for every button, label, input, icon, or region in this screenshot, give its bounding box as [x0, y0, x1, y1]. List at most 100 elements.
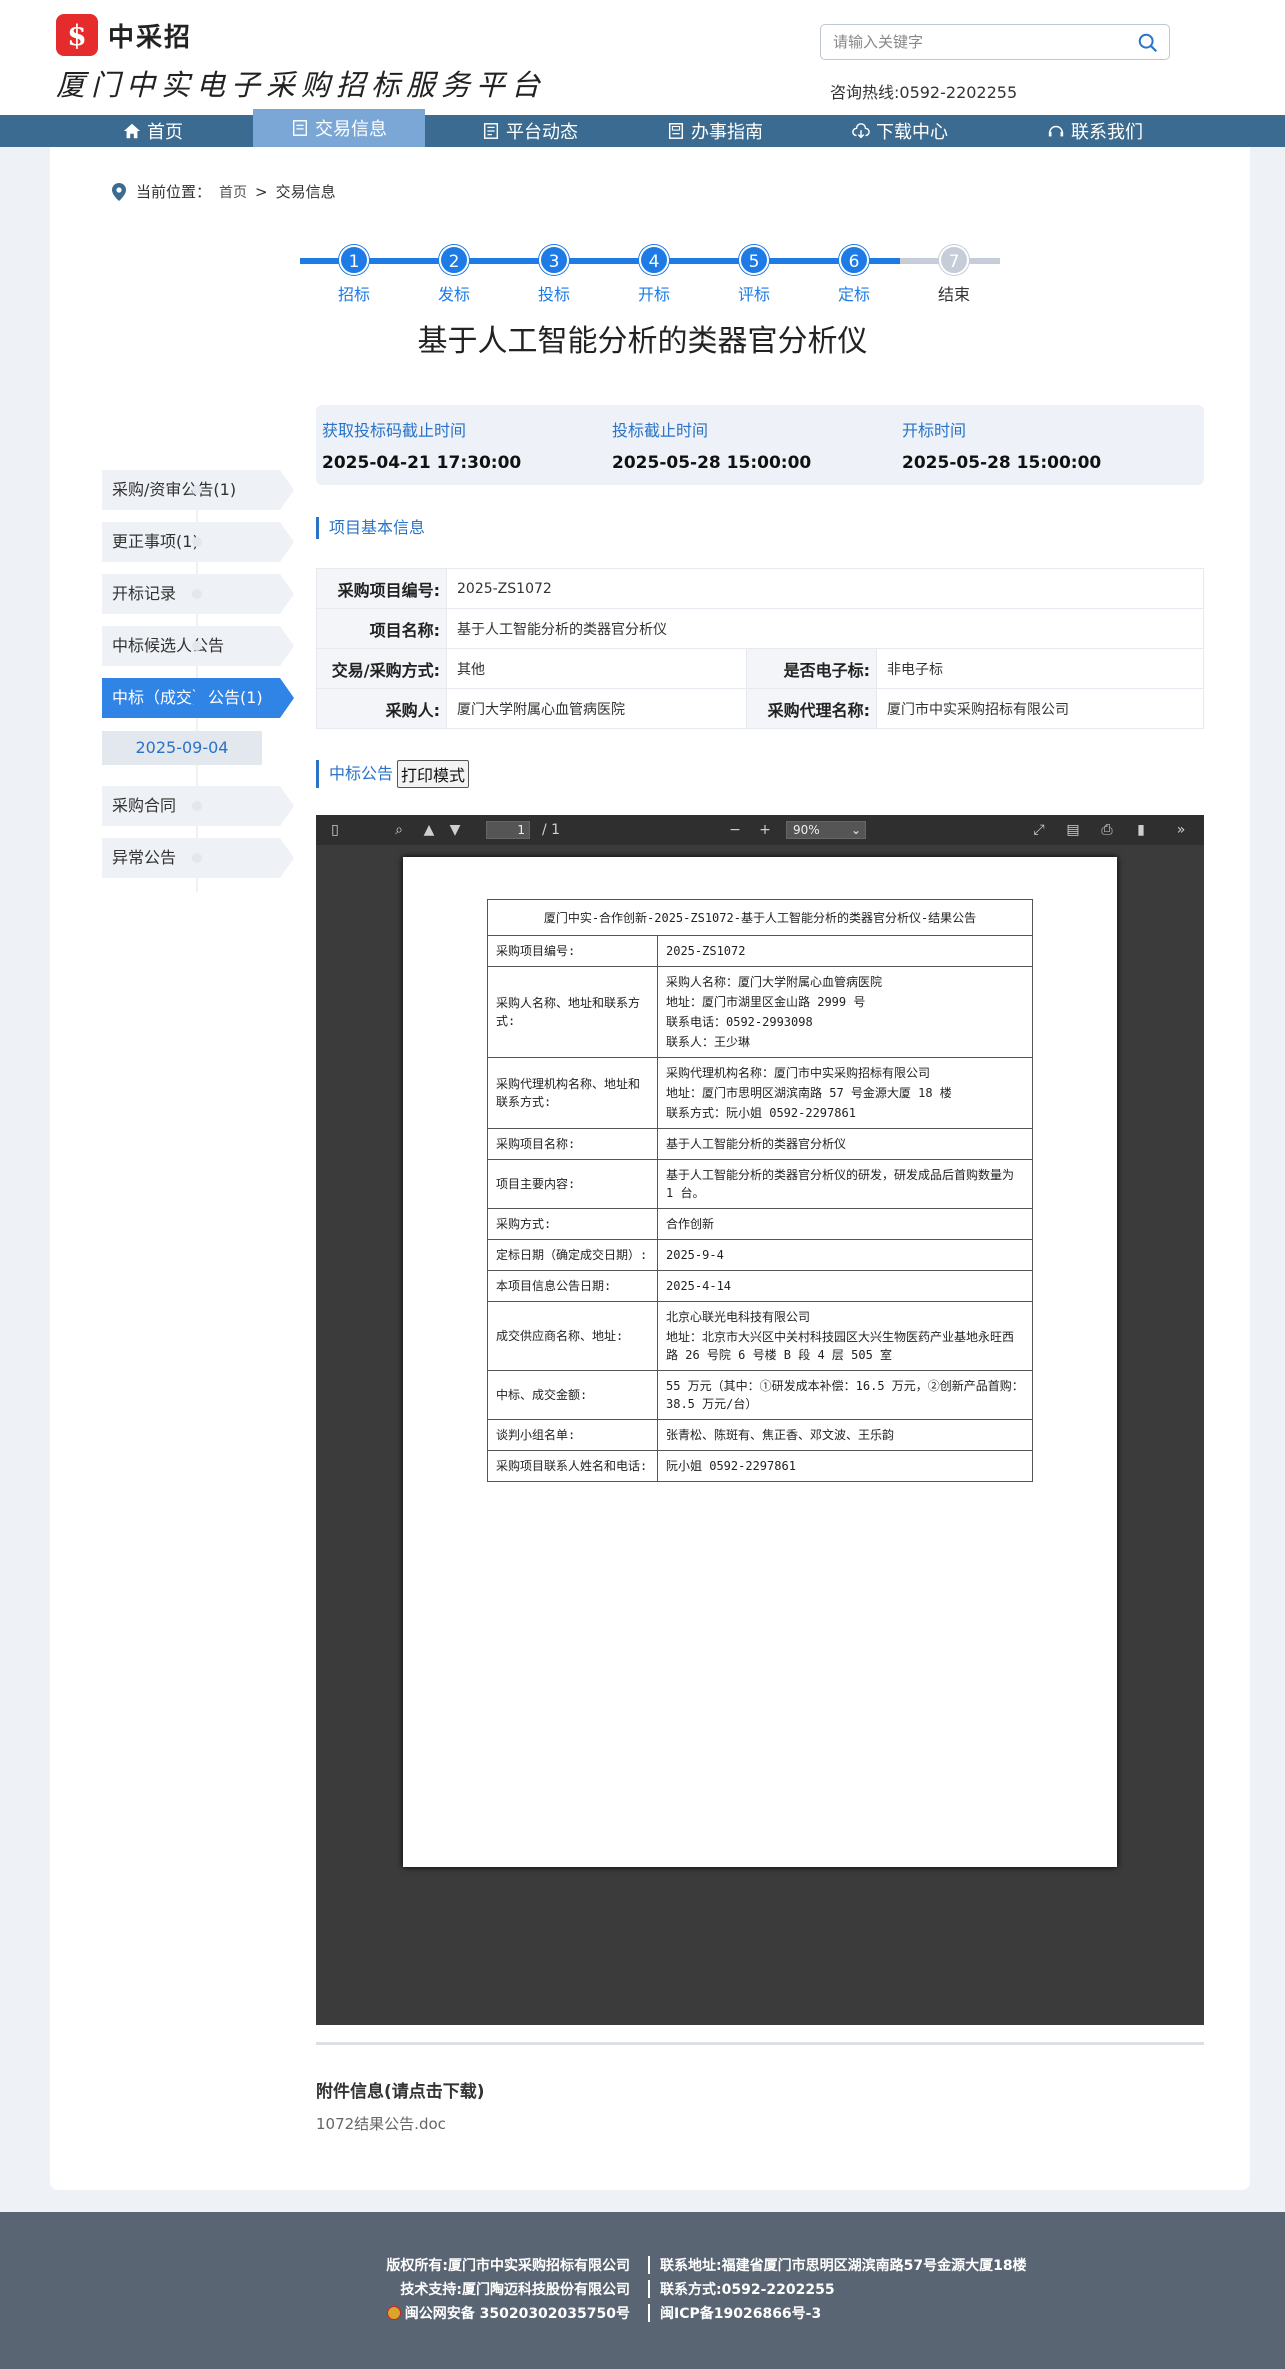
nav-label: 平台动态: [506, 122, 578, 143]
footer-divider: [648, 2304, 650, 2322]
sidebar-item-candidate-notice[interactable]: 中标候选人公告: [102, 626, 294, 666]
step-number: 4: [639, 245, 669, 275]
page-title: 基于人工智能分析的类器官分析仪: [417, 324, 868, 359]
footer-contact: 联系方式:0592-2202255: [660, 2282, 835, 2298]
nav-download[interactable]: 下载中心: [830, 115, 970, 147]
time-label: 开标时间: [902, 421, 967, 440]
zoom-select[interactable]: 90% ⌄: [786, 821, 866, 839]
step-label: 结束: [937, 285, 970, 304]
notice-value-line: 2025-4-14: [666, 1279, 732, 1293]
previous-page-icon[interactable]: ▲: [420, 821, 438, 839]
notice-field-value: 55 万元（其中：①研发成本补偿：16.5 万元，②创新产品首购：38.5 万元…: [657, 1370, 1033, 1420]
notice-value-line: 阮小姐 0592-2297861: [666, 1459, 796, 1473]
step-number: 6: [839, 245, 869, 275]
sidebar-item-contract[interactable]: 采购合同: [102, 786, 294, 826]
sidebar-item-corrections[interactable]: 更正事项(1): [102, 522, 294, 562]
notice-field-label: 采购项目名称:: [487, 1128, 658, 1160]
sidebar-item-opening-record[interactable]: 开标记录: [102, 574, 294, 614]
notice-field-value: 采购代理机构名称：厦门市中实采购招标有限公司 地址：厦门市思明区湖滨南路 57 号…: [657, 1057, 1033, 1129]
search-box: [820, 24, 1170, 60]
timeline-dot: [192, 485, 202, 495]
bookmark-icon[interactable]: ▮: [1132, 821, 1150, 839]
presentation-mode-icon[interactable]: ⤢: [1030, 821, 1048, 839]
attachment-link[interactable]: 1072结果公告.doc: [316, 2113, 446, 2134]
timeline-dot: [192, 589, 202, 599]
progress-steps: 1 招标 2 发标 3 投标 4 开标 5 评标 6 定标 7 结束: [300, 245, 1000, 305]
notice-field-value: 采购人名称：厦门大学附属心血管病医院 地址：厦门市湖里区金山路 2999 号联系电…: [657, 966, 1033, 1058]
breadcrumb-sep: >: [255, 182, 268, 201]
notice-field-value: 2025-9-4: [657, 1239, 1033, 1271]
print-icon[interactable]: ⎙: [1098, 821, 1116, 839]
footer-copyright: 版权所有:厦门市中实采购招标有限公司: [386, 2258, 630, 2274]
section-basic-info: 项目基本信息: [316, 517, 425, 539]
footer-icp[interactable]: 闽ICP备19026866号-3: [660, 2303, 821, 2323]
footer-tech-support: 技术支持:厦门陶迈科技股份有限公司: [400, 2282, 630, 2298]
tools-menu-icon[interactable]: »: [1172, 821, 1190, 839]
main-nav: 首页 交易信息 平台动态 办事指南 下载中心 联系我们: [0, 109, 1285, 147]
zoom-in-icon[interactable]: +: [756, 821, 774, 839]
section-title: 中标公告: [329, 764, 394, 783]
notice-field-value: 基于人工智能分析的类器官分析仪: [657, 1128, 1033, 1160]
time-label: 投标截止时间: [612, 421, 709, 440]
footer-divider: [648, 2280, 650, 2298]
sidebar-item-abnormal[interactable]: 异常公告: [102, 838, 294, 878]
print-mode-button[interactable]: 打印模式: [397, 760, 470, 788]
pdf-toolbar: ▯ ⌕ ▲ ▼ 1 / 1 − + 90% ⌄ ⤢ ▤ ⎙ ▮ »: [316, 815, 1204, 845]
result-notice-table: 厦门中实-合作创新-2025-ZS1072-基于人工智能分析的类器官分析仪-结果…: [487, 899, 1033, 1482]
notice-value-line: 采购代理机构名称：厦门市中实采购招标有限公司: [666, 1066, 931, 1080]
search-input[interactable]: [821, 25, 1121, 59]
zoom-out-icon[interactable]: −: [726, 821, 744, 839]
notice-value-line: 北京心联光电科技有限公司: [666, 1310, 811, 1324]
logo-icon: $: [56, 14, 98, 56]
location-pin-icon: [112, 182, 126, 201]
notice-value-line: 联系人：王少琳: [666, 1035, 751, 1049]
buyer-label: 采购人:: [316, 688, 447, 729]
notice-row: 采购项目编号: 2025-ZS1072: [487, 935, 1033, 967]
notice-row: 本项目信息公告日期: 2025-4-14: [487, 1270, 1033, 1302]
time-register-deadline: 获取投标码截止时间 2025-04-21 17:30:00: [322, 417, 521, 473]
breadcrumb: 当前位置： 首页 > 交易信息: [110, 181, 336, 202]
footer-police-record[interactable]: 闽公网安备 35020302035750号: [386, 2303, 630, 2323]
step-5: 5 评标: [724, 245, 784, 305]
notice-field-label: 采购项目联系人姓名和电话:: [487, 1450, 658, 1482]
method-value: 其他: [446, 648, 747, 689]
logo[interactable]: $ 中采招: [56, 14, 192, 56]
find-icon[interactable]: ⌕: [390, 821, 408, 839]
page-number-input[interactable]: 1: [486, 821, 530, 839]
sidebar-toggle-icon[interactable]: ▯: [326, 821, 344, 839]
nav-home[interactable]: 首页: [93, 115, 213, 147]
notice-value-line: 地址：厦门市湖里区金山路 2999 号: [666, 995, 866, 1009]
time-value: 2025-04-21 17:30:00: [322, 453, 522, 473]
nav-label: 联系我们: [1071, 122, 1143, 143]
nav-platform-news[interactable]: 平台动态: [460, 115, 600, 147]
next-page-icon[interactable]: ▼: [446, 821, 464, 839]
sidebar-sub-date[interactable]: 2025-09-04: [102, 731, 262, 765]
step-label: 开标: [637, 285, 670, 304]
nav-guide[interactable]: 办事指南: [645, 115, 785, 147]
notice-field-value: 北京心联光电科技有限公司地址：北京市大兴区中关村科技园区大兴生物医药产业基地永旺…: [657, 1301, 1033, 1371]
search-icon[interactable]: [1137, 32, 1159, 54]
notice-field-label: 项目主要内容:: [487, 1159, 658, 1209]
breadcrumb-current[interactable]: 交易信息: [276, 181, 336, 202]
step-label: 招标: [337, 285, 370, 304]
notice-value-line: 地址：北京市大兴区中关村科技园区大兴生物医药产业基地永旺西路 26 号院 6 号…: [666, 1330, 1015, 1362]
nav-contact[interactable]: 联系我们: [1020, 115, 1170, 147]
notice-field-value: 2025-ZS1072: [657, 935, 1033, 967]
method-label: 交易/采购方式:: [316, 648, 447, 689]
notice-field-value: 基于人工智能分析的类器官分析仪的研发，研发成品后首购数量为 1 台。: [657, 1159, 1033, 1209]
nav-trade-info[interactable]: 交易信息: [253, 109, 425, 147]
timeline-dot-active: [190, 691, 204, 705]
basic-info-table: 采购项目编号: 2025-ZS1072 项目名称: 基于人工智能分析的类器官分析…: [316, 568, 1204, 729]
breadcrumb-home[interactable]: 首页: [219, 182, 247, 202]
news-icon: [483, 123, 499, 139]
open-file-icon[interactable]: ▤: [1064, 821, 1082, 839]
home-icon: [123, 123, 141, 139]
document-icon: [292, 120, 308, 136]
sidebar-item-procurement-notice[interactable]: 采购/资审公告(1): [102, 470, 294, 510]
chevron-down-icon: ⌄: [850, 823, 861, 837]
headset-icon: [1048, 125, 1064, 137]
notice-row: 谈判小组名单: 张青松、陈斑有、焦正香、邓文波、王乐韵: [487, 1419, 1033, 1451]
electronic-label: 是否电子标:: [746, 648, 877, 689]
step-2: 2 发标: [424, 245, 484, 305]
step-1: 1 招标: [324, 245, 384, 305]
